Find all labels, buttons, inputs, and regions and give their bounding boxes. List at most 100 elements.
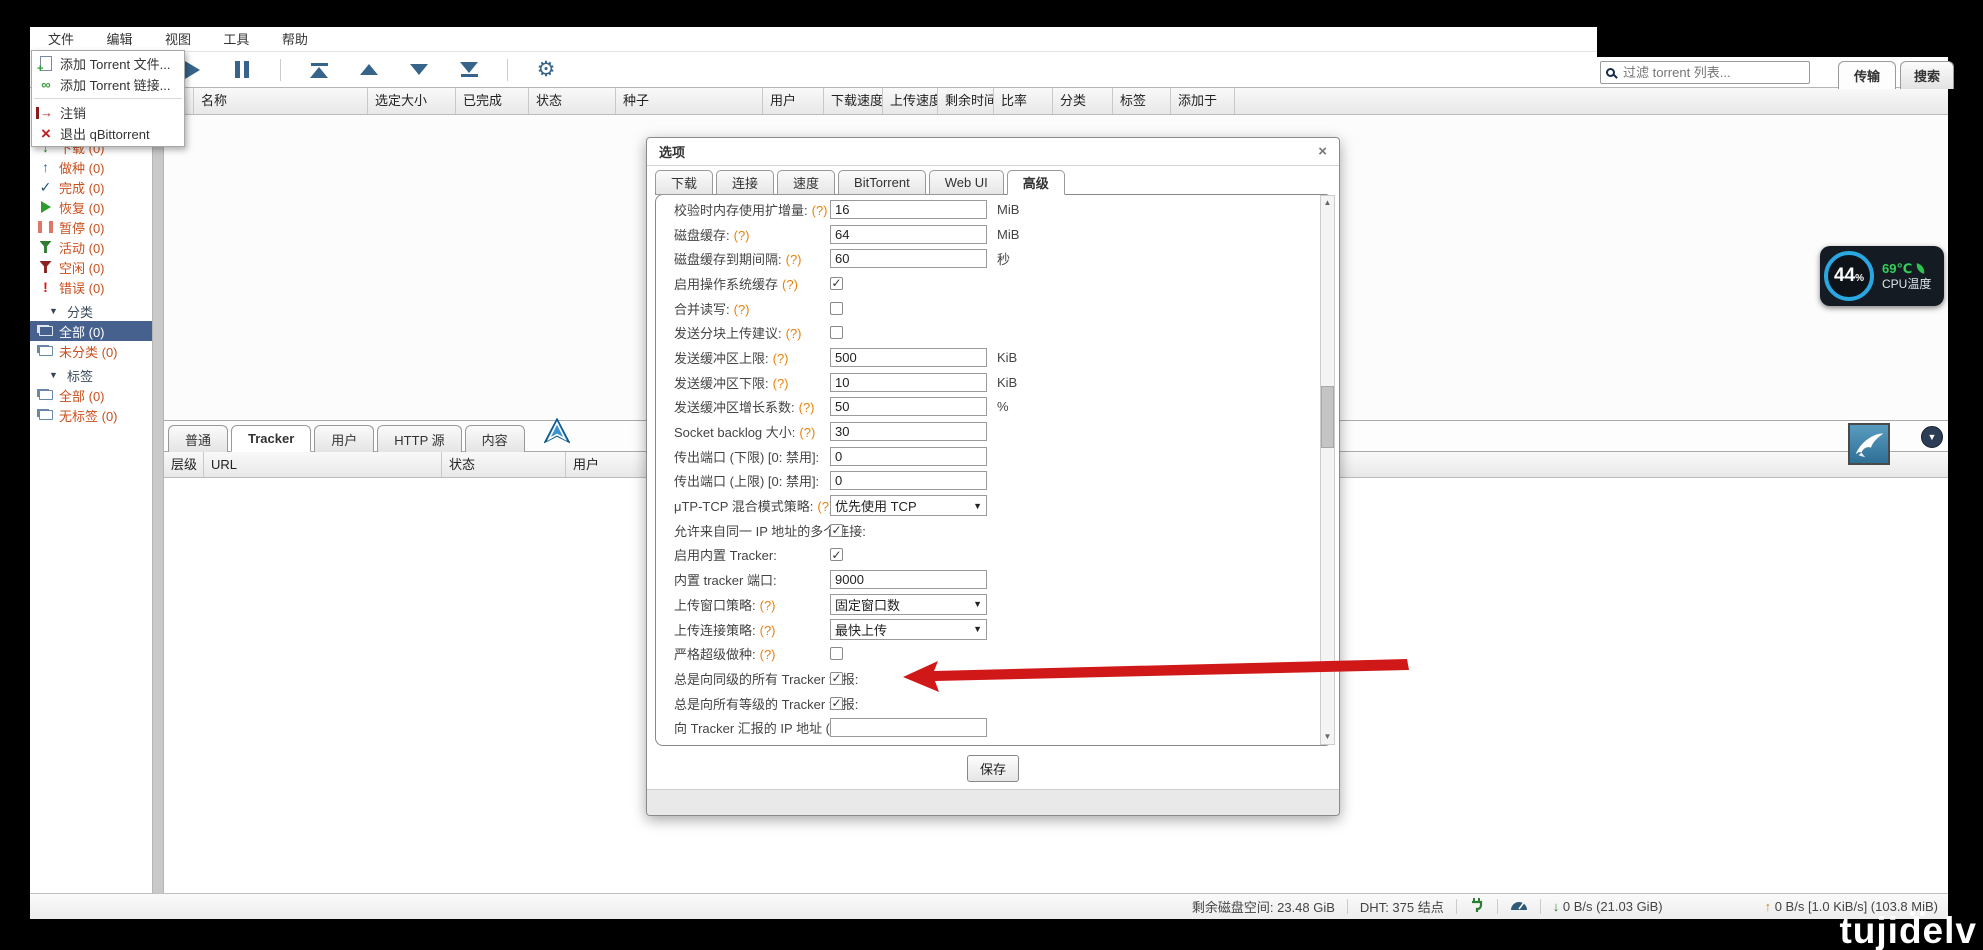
help-link[interactable]: (?) <box>786 252 802 267</box>
column-header[interactable]: 下载速度 <box>824 88 883 114</box>
menu-bar-item[interactable]: 工具 <box>209 32 263 47</box>
sidebar-item[interactable]: 完成 (0) <box>30 177 152 197</box>
tab-transfers[interactable]: 传输 <box>1838 61 1896 89</box>
sidebar-item[interactable]: 活动 (0) <box>30 237 152 257</box>
sidebar-item[interactable]: 恢复 (0) <box>30 197 152 217</box>
field-input[interactable] <box>830 249 987 268</box>
field-input[interactable] <box>830 225 987 244</box>
sidebar-item[interactable]: 未分类 (0) <box>30 341 152 361</box>
field-checkbox[interactable] <box>830 277 843 290</box>
help-link[interactable]: (?) <box>760 598 776 613</box>
connection-status-icon[interactable] <box>1469 897 1485 916</box>
field-checkbox[interactable] <box>830 548 843 561</box>
column-header[interactable]: 种子 <box>616 88 763 114</box>
column-header[interactable]: 剩余时间 <box>938 88 994 114</box>
dialog-tab[interactable]: 下载 <box>655 170 713 195</box>
details-tab[interactable]: HTTP 源 <box>377 425 461 452</box>
field-checkbox[interactable] <box>830 672 843 685</box>
details-tab[interactable]: Tracker <box>231 425 311 452</box>
help-link[interactable]: (?) <box>734 302 750 317</box>
menu-item[interactable]: 注销 <box>32 102 184 123</box>
move-up-button[interactable] <box>357 58 381 82</box>
field-checkbox[interactable] <box>830 524 843 537</box>
field-checkbox[interactable] <box>830 647 843 660</box>
column-header[interactable]: 比率 <box>994 88 1053 114</box>
dialog-scrollbar[interactable]: ▲ ▼ <box>1320 195 1335 745</box>
column-header[interactable]: 添加于 <box>1171 88 1235 114</box>
help-link[interactable]: (?) <box>799 425 815 440</box>
column-header[interactable]: 已完成 <box>456 88 529 114</box>
details-tab[interactable]: 普通 <box>168 425 228 452</box>
speed-limit-icon[interactable] <box>1510 899 1528 914</box>
help-link[interactable]: (?) <box>760 623 776 638</box>
scroll-down-icon[interactable]: ▼ <box>1321 730 1334 744</box>
menu-bar-item[interactable]: 编辑 <box>92 32 146 47</box>
field-input[interactable] <box>830 570 987 589</box>
field-input[interactable] <box>830 397 987 416</box>
sidebar-splitter[interactable] <box>152 115 164 893</box>
help-link[interactable]: (?) <box>782 277 798 292</box>
column-header[interactable]: 标签 <box>1113 88 1171 114</box>
move-top-button[interactable] <box>307 58 331 82</box>
column-header[interactable]: 状态 <box>529 88 616 114</box>
sidebar-section-header[interactable]: 标签 <box>30 365 152 385</box>
sidebar-section-header[interactable]: 分类 <box>30 301 152 321</box>
field-select[interactable]: 最快上传▼ <box>830 619 987 640</box>
column-header[interactable]: 层级 <box>164 452 204 477</box>
sidebar-item[interactable]: 错误 (0) <box>30 277 152 297</box>
field-input[interactable] <box>830 200 987 219</box>
dialog-title-bar[interactable]: 选项 × <box>647 138 1339 166</box>
sidebar-item[interactable]: 暂停 (0) <box>30 217 152 237</box>
dialog-tab[interactable]: 速度 <box>777 170 835 195</box>
chevron-down-icon[interactable]: ▼ <box>1921 426 1943 448</box>
tab-search[interactable]: 搜索 <box>1900 61 1954 89</box>
sidebar-item[interactable]: 全部 (0) <box>30 321 152 341</box>
bird-icon[interactable] <box>1848 423 1890 465</box>
scroll-up-icon[interactable]: ▲ <box>1321 196 1334 210</box>
dialog-tab[interactable]: BitTorrent <box>838 170 926 195</box>
pause-button[interactable] <box>230 58 254 82</box>
field-select[interactable]: 优先使用 TCP▼ <box>830 495 987 516</box>
field-checkbox[interactable] <box>830 302 843 315</box>
options-button[interactable]: ⚙ <box>534 58 558 82</box>
column-header[interactable]: 名称 <box>194 88 368 114</box>
menu-bar-item[interactable]: 文件 <box>34 32 88 47</box>
menu-item[interactable]: 退出 qBittorrent <box>32 123 184 144</box>
sidebar-item[interactable]: 做种 (0) <box>30 157 152 177</box>
field-input[interactable] <box>830 422 987 441</box>
details-tab[interactable]: 内容 <box>465 425 525 452</box>
field-input[interactable] <box>830 471 987 490</box>
field-checkbox[interactable] <box>830 326 843 339</box>
close-icon[interactable]: × <box>1318 143 1327 160</box>
help-link[interactable]: (?) <box>760 647 776 662</box>
menu-bar-item[interactable]: 视图 <box>151 32 205 47</box>
help-link[interactable]: (?) <box>734 228 750 243</box>
column-header[interactable]: 分类 <box>1053 88 1113 114</box>
menu-item[interactable]: 添加 Torrent 文件... <box>32 53 184 74</box>
field-select[interactable]: 固定窗口数▼ <box>830 594 987 615</box>
dialog-tab[interactable]: Web UI <box>929 170 1004 195</box>
sidebar-item[interactable]: 无标签 (0) <box>30 405 152 425</box>
column-header[interactable]: 状态 <box>442 452 566 477</box>
sidebar-item[interactable]: 空闲 (0) <box>30 257 152 277</box>
help-link[interactable]: (?) <box>799 400 815 415</box>
menu-item[interactable]: 添加 Torrent 链接... <box>32 74 184 95</box>
column-header[interactable]: 用户 <box>763 88 824 114</box>
help-link[interactable]: (?) <box>773 351 789 366</box>
column-header[interactable]: URL <box>204 452 442 477</box>
menu-bar-item[interactable]: 帮助 <box>268 32 322 47</box>
field-input[interactable] <box>830 373 987 392</box>
column-header[interactable]: 上传速度 <box>883 88 938 114</box>
field-input[interactable] <box>830 718 987 737</box>
scrollbar-thumb[interactable] <box>1321 386 1334 448</box>
save-button[interactable]: 保存 <box>967 755 1019 782</box>
move-down-button[interactable] <box>407 58 431 82</box>
details-tab[interactable]: 用户 <box>314 425 374 452</box>
field-checkbox[interactable] <box>830 697 843 710</box>
dialog-tab[interactable]: 高级 <box>1007 170 1065 195</box>
field-input[interactable] <box>830 447 987 466</box>
column-header[interactable]: 选定大小 <box>368 88 456 114</box>
sidebar-item[interactable]: 全部 (0) <box>30 385 152 405</box>
dialog-tab[interactable]: 连接 <box>716 170 774 195</box>
help-link[interactable]: (?) <box>786 326 802 341</box>
